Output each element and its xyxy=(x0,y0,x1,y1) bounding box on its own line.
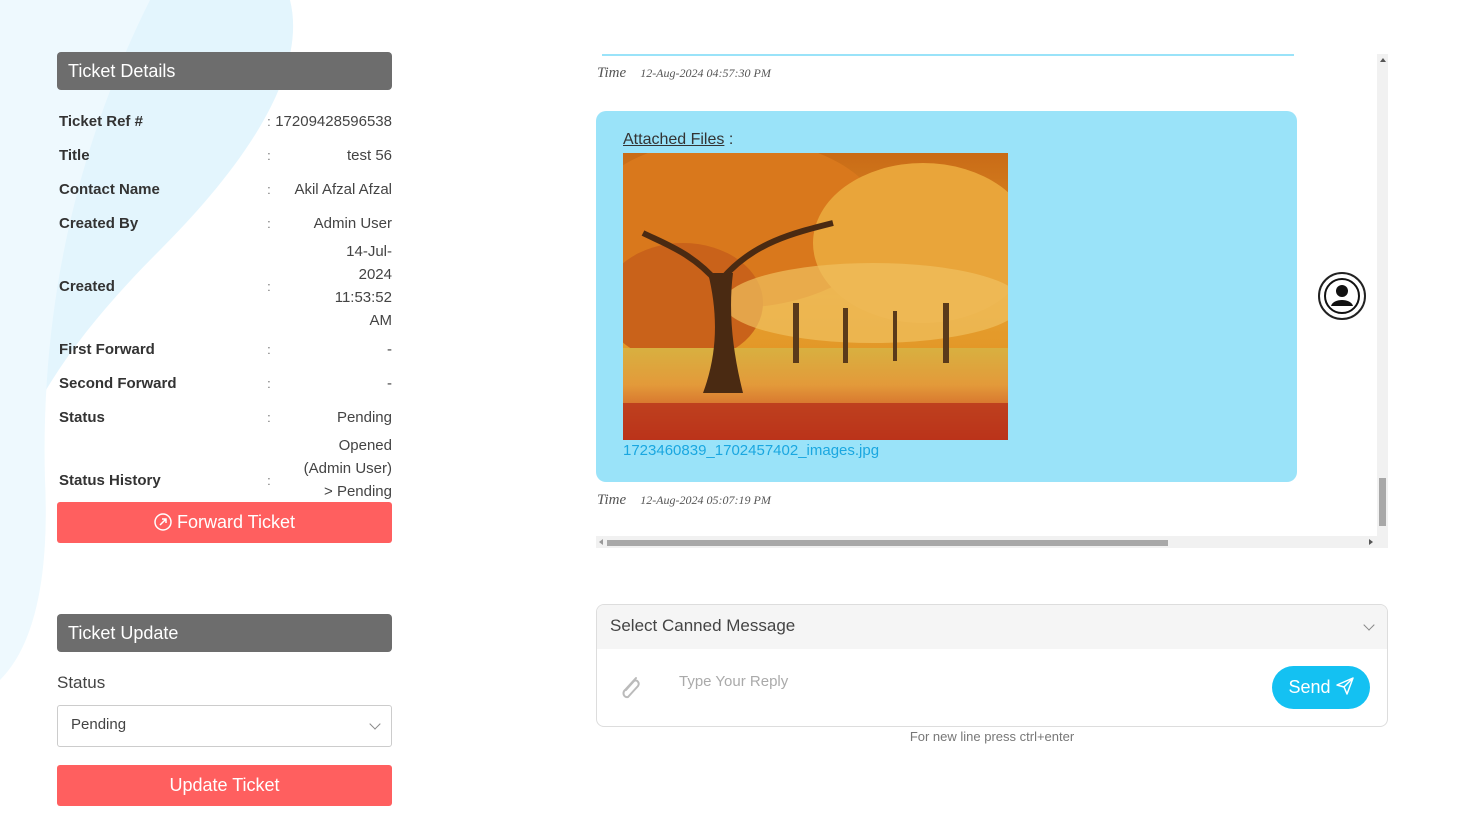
vertical-scrollbar[interactable] xyxy=(1377,54,1388,548)
forward-ticket-label: Forward Ticket xyxy=(176,512,296,532)
reply-input[interactable] xyxy=(677,665,1241,697)
canned-message-placeholder: Select Canned Message xyxy=(610,616,796,635)
detail-colon: : xyxy=(267,147,271,163)
detail-value: test 56 xyxy=(346,146,392,164)
detail-value: 17209428596538 xyxy=(275,112,392,130)
detail-value: Admin User xyxy=(313,214,392,232)
update-ticket-button[interactable]: Update Ticket xyxy=(57,765,392,806)
message-bubble: Attached Files : 1723460839_1702457402_i… xyxy=(596,111,1297,482)
detail-label: Created By xyxy=(59,214,139,232)
detail-label: Created xyxy=(59,277,115,295)
detail-row-created: Created : 14-Jul-2024 11:53:52 AM xyxy=(57,240,392,332)
detail-label: First Forward xyxy=(59,340,155,358)
detail-row-status: Status : Pending xyxy=(57,400,392,434)
detail-label: Second Forward xyxy=(59,374,177,392)
ticket-update-heading: Ticket Update xyxy=(57,614,392,652)
detail-colon: : xyxy=(267,181,271,197)
canned-message-select[interactable]: Select Canned Message xyxy=(597,605,1387,649)
chevron-down-icon xyxy=(369,718,381,730)
vertical-scrollbar-thumb[interactable] xyxy=(1379,478,1386,526)
detail-colon: : xyxy=(267,409,271,425)
scroll-left-arrow[interactable] xyxy=(599,539,603,545)
user-avatar-button[interactable] xyxy=(1318,272,1366,320)
previous-bubble-edge xyxy=(602,54,1294,56)
detail-colon: : xyxy=(267,375,271,391)
detail-colon: : xyxy=(267,341,271,357)
scroll-right-arrow[interactable] xyxy=(1369,539,1373,545)
detail-row-contact: Contact Name : Akil Afzal Afzal xyxy=(57,172,392,206)
status-select[interactable]: Pending xyxy=(57,705,392,747)
attached-files-text: Attached Files xyxy=(623,131,725,148)
detail-value: - xyxy=(387,340,392,358)
send-button[interactable]: Send xyxy=(1272,666,1370,709)
chevron-down-icon xyxy=(1363,619,1375,631)
ticket-details-heading: Ticket Details xyxy=(57,52,392,90)
send-label: Send xyxy=(1288,677,1331,697)
detail-value: Akil Afzal Afzal xyxy=(294,180,392,198)
time-value: 12-Aug-2024 04:57:30 PM xyxy=(640,66,771,80)
conversation-panel[interactable]: Time 12-Aug-2024 04:57:30 PM Attached Fi… xyxy=(596,54,1388,548)
message-time-row: Time 12-Aug-2024 04:57:30 PM xyxy=(597,64,771,82)
detail-colon: : xyxy=(267,215,271,231)
message-time-row: Time 12-Aug-2024 05:07:19 PM xyxy=(597,491,771,509)
detail-value: 14-Jul-2024 11:53:52 AM xyxy=(334,243,392,329)
newline-hint: For new line press ctrl+enter xyxy=(909,729,1075,744)
detail-row-ref: Ticket Ref # : 17209428596538 xyxy=(57,104,392,138)
detail-label: Contact Name xyxy=(59,180,160,198)
status-label: Status xyxy=(57,673,106,692)
detail-colon: : xyxy=(267,278,271,294)
user-avatar-icon xyxy=(1324,278,1360,314)
attached-files-colon: : xyxy=(728,131,734,148)
paperclip-icon[interactable] xyxy=(617,670,645,704)
detail-colon: : xyxy=(267,113,271,129)
forward-ticket-button[interactable]: Forward Ticket xyxy=(57,502,392,543)
horizontal-scrollbar-thumb[interactable] xyxy=(607,540,1168,546)
scroll-up-arrow[interactable] xyxy=(1380,58,1386,62)
reply-box: Select Canned Message Send xyxy=(596,604,1388,727)
detail-value: - xyxy=(387,374,392,392)
detail-label: Status xyxy=(59,408,105,426)
time-value: 12-Aug-2024 05:07:19 PM xyxy=(640,493,771,507)
attached-files-label: Attached Files : xyxy=(623,131,733,149)
status-select-value: Pending xyxy=(71,716,127,733)
ticket-details-table: Ticket Ref # : 17209428596538 Title : te… xyxy=(57,104,392,526)
detail-label: Title xyxy=(59,146,90,164)
forward-circle-icon xyxy=(154,513,172,531)
time-label: Time xyxy=(597,65,627,81)
detail-label: Ticket Ref # xyxy=(59,112,143,130)
ticket-details-panel: Ticket Details Ticket Ref # : 1720942859… xyxy=(57,52,392,526)
detail-row-first-forward: First Forward : - xyxy=(57,332,392,366)
time-label: Time xyxy=(597,492,627,508)
detail-row-second-forward: Second Forward : - xyxy=(57,366,392,400)
autumn-tree-image[interactable] xyxy=(623,153,1008,440)
send-plane-icon xyxy=(1335,677,1354,695)
attachment-file-link[interactable]: 1723460839_1702457402_images.jpg xyxy=(623,442,879,459)
detail-row-created-by: Created By : Admin User xyxy=(57,206,392,240)
detail-value: Pending xyxy=(336,408,392,426)
detail-row-title: Title : test 56 xyxy=(57,138,392,172)
